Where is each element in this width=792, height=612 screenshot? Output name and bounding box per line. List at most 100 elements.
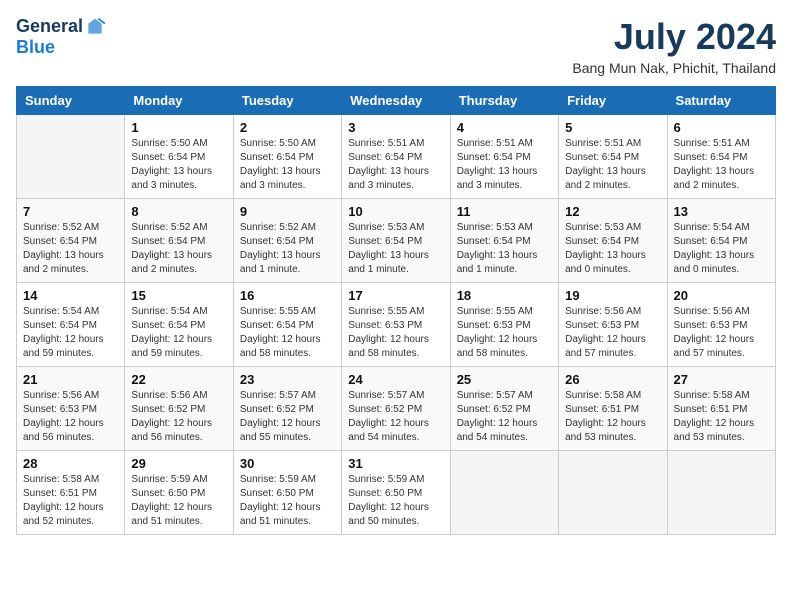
calendar-cell: 13 Sunrise: 5:54 AMSunset: 6:54 PMDayligh… xyxy=(667,199,775,283)
calendar-cell: 7Sunrise: 5:52 AMSunset: 6:54 PMDaylight… xyxy=(17,199,125,283)
day-number: 1 xyxy=(131,120,226,135)
calendar-cell: 31 Sunrise: 5:59 AMSunset: 6:50 PMDayligh… xyxy=(342,451,450,535)
day-info: Sunrise: 5:50 AMSunset: 6:54 PMDaylight:… xyxy=(131,137,226,193)
day-info: Sunrise: 5:55 AMSunset: 6:54 PMDaylight:… xyxy=(240,305,335,361)
day-number: 31 xyxy=(348,456,443,471)
day-info: Sunrise: 5:54 AMSunset: 6:54 PMDaylight:… xyxy=(674,221,769,277)
calendar-cell: 3 Sunrise: 5:51 AMSunset: 6:54 PMDaylight… xyxy=(342,115,450,199)
day-info: Sunrise: 5:51 AMSunset: 6:54 PMDaylight:… xyxy=(457,137,552,193)
day-number: 27 xyxy=(674,372,769,387)
day-number: 23 xyxy=(240,372,335,387)
day-info: Sunrise: 5:52 AMSunset: 6:54 PMDaylight:… xyxy=(240,221,335,277)
calendar-cell: 29 Sunrise: 5:59 AMSunset: 6:50 PMDayligh… xyxy=(125,451,233,535)
calendar-header-row: SundayMondayTuesdayWednesdayThursdayFrid… xyxy=(17,87,776,115)
day-info: Sunrise: 5:54 AMSunset: 6:54 PMDaylight:… xyxy=(131,305,226,361)
col-header-monday: Monday xyxy=(125,87,233,115)
calendar-cell: 21Sunrise: 5:56 AMSunset: 6:53 PMDayligh… xyxy=(17,367,125,451)
day-info: Sunrise: 5:59 AMSunset: 6:50 PMDaylight:… xyxy=(240,473,335,529)
day-info: Sunrise: 5:58 AMSunset: 6:51 PMDaylight:… xyxy=(565,389,660,445)
day-number: 7 xyxy=(23,204,118,219)
day-number: 16 xyxy=(240,288,335,303)
col-header-saturday: Saturday xyxy=(667,87,775,115)
page-header: General Blue July 2024 Bang Mun Nak, Phi… xyxy=(16,16,776,76)
calendar-cell: 1 Sunrise: 5:50 AMSunset: 6:54 PMDaylight… xyxy=(125,115,233,199)
day-info: Sunrise: 5:57 AMSunset: 6:52 PMDaylight:… xyxy=(457,389,552,445)
calendar-cell xyxy=(667,451,775,535)
logo-icon xyxy=(85,17,105,37)
title-area: July 2024 Bang Mun Nak, Phichit, Thailan… xyxy=(572,16,776,76)
day-number: 19 xyxy=(565,288,660,303)
day-info: Sunrise: 5:50 AMSunset: 6:54 PMDaylight:… xyxy=(240,137,335,193)
calendar-cell: 6 Sunrise: 5:51 AMSunset: 6:54 PMDaylight… xyxy=(667,115,775,199)
day-info: Sunrise: 5:56 AMSunset: 6:53 PMDaylight:… xyxy=(565,305,660,361)
calendar-cell: 9 Sunrise: 5:52 AMSunset: 6:54 PMDaylight… xyxy=(233,199,341,283)
day-number: 18 xyxy=(457,288,552,303)
calendar-cell: 5Sunrise: 5:51 AMSunset: 6:54 PMDaylight… xyxy=(559,115,667,199)
calendar-week-row: 28 Sunrise: 5:58 AMSunset: 6:51 PMDayligh… xyxy=(17,451,776,535)
day-info: Sunrise: 5:51 AMSunset: 6:54 PMDaylight:… xyxy=(348,137,443,193)
day-number: 29 xyxy=(131,456,226,471)
day-info: Sunrise: 5:58 AMSunset: 6:51 PMDaylight:… xyxy=(674,389,769,445)
calendar-cell: 23 Sunrise: 5:57 AMSunset: 6:52 PMDayligh… xyxy=(233,367,341,451)
calendar-cell xyxy=(559,451,667,535)
calendar-cell: 18 Sunrise: 5:55 AMSunset: 6:53 PMDayligh… xyxy=(450,283,558,367)
calendar-week-row: 21Sunrise: 5:56 AMSunset: 6:53 PMDayligh… xyxy=(17,367,776,451)
day-number: 4 xyxy=(457,120,552,135)
day-info: Sunrise: 5:55 AMSunset: 6:53 PMDaylight:… xyxy=(348,305,443,361)
col-header-wednesday: Wednesday xyxy=(342,87,450,115)
day-number: 8 xyxy=(131,204,226,219)
calendar-cell: 30 Sunrise: 5:59 AMSunset: 6:50 PMDayligh… xyxy=(233,451,341,535)
logo: General Blue xyxy=(16,16,105,58)
calendar-cell xyxy=(17,115,125,199)
day-info: Sunrise: 5:58 AMSunset: 6:51 PMDaylight:… xyxy=(23,473,118,529)
day-number: 28 xyxy=(23,456,118,471)
day-info: Sunrise: 5:53 AMSunset: 6:54 PMDaylight:… xyxy=(565,221,660,277)
day-number: 10 xyxy=(348,204,443,219)
calendar-cell: 11Sunrise: 5:53 AMSunset: 6:54 PMDayligh… xyxy=(450,199,558,283)
calendar-cell: 8 Sunrise: 5:52 AMSunset: 6:54 PMDaylight… xyxy=(125,199,233,283)
day-number: 12 xyxy=(565,204,660,219)
col-header-thursday: Thursday xyxy=(450,87,558,115)
day-info: Sunrise: 5:56 AMSunset: 6:53 PMDaylight:… xyxy=(674,305,769,361)
day-number: 20 xyxy=(674,288,769,303)
calendar-cell: 26Sunrise: 5:58 AMSunset: 6:51 PMDayligh… xyxy=(559,367,667,451)
day-info: Sunrise: 5:57 AMSunset: 6:52 PMDaylight:… xyxy=(240,389,335,445)
calendar-week-row: 1 Sunrise: 5:50 AMSunset: 6:54 PMDaylight… xyxy=(17,115,776,199)
day-info: Sunrise: 5:59 AMSunset: 6:50 PMDaylight:… xyxy=(348,473,443,529)
day-number: 3 xyxy=(348,120,443,135)
day-number: 24 xyxy=(348,372,443,387)
location-subtitle: Bang Mun Nak, Phichit, Thailand xyxy=(572,60,776,76)
calendar-cell: 27 Sunrise: 5:58 AMSunset: 6:51 PMDayligh… xyxy=(667,367,775,451)
day-info: Sunrise: 5:55 AMSunset: 6:53 PMDaylight:… xyxy=(457,305,552,361)
day-info: Sunrise: 5:57 AMSunset: 6:52 PMDaylight:… xyxy=(348,389,443,445)
day-info: Sunrise: 5:51 AMSunset: 6:54 PMDaylight:… xyxy=(674,137,769,193)
day-info: Sunrise: 5:59 AMSunset: 6:50 PMDaylight:… xyxy=(131,473,226,529)
calendar-cell: 19 Sunrise: 5:56 AMSunset: 6:53 PMDayligh… xyxy=(559,283,667,367)
calendar-week-row: 14Sunrise: 5:54 AMSunset: 6:54 PMDayligh… xyxy=(17,283,776,367)
calendar-table: SundayMondayTuesdayWednesdayThursdayFrid… xyxy=(16,86,776,535)
col-header-sunday: Sunday xyxy=(17,87,125,115)
calendar-cell: 17Sunrise: 5:55 AMSunset: 6:53 PMDayligh… xyxy=(342,283,450,367)
calendar-cell: 10Sunrise: 5:53 AMSunset: 6:54 PMDayligh… xyxy=(342,199,450,283)
day-number: 30 xyxy=(240,456,335,471)
calendar-cell: 2 Sunrise: 5:50 AMSunset: 6:54 PMDaylight… xyxy=(233,115,341,199)
calendar-cell: 16 Sunrise: 5:55 AMSunset: 6:54 PMDayligh… xyxy=(233,283,341,367)
calendar-week-row: 7 Sunrise: 5:52 AMSunset: 6:54 PMDaylight… xyxy=(17,199,776,283)
calendar-cell xyxy=(450,451,558,535)
calendar-cell: 14Sunrise: 5:54 AMSunset: 6:54 PMDayligh… xyxy=(17,283,125,367)
calendar-cell: 28 Sunrise: 5:58 AMSunset: 6:51 PMDayligh… xyxy=(17,451,125,535)
day-number: 5 xyxy=(565,120,660,135)
col-header-friday: Friday xyxy=(559,87,667,115)
day-number: 9 xyxy=(240,204,335,219)
calendar-cell: 25Sunrise: 5:57 AMSunset: 6:52 PMDayligh… xyxy=(450,367,558,451)
day-number: 11 xyxy=(457,204,552,219)
day-info: Sunrise: 5:52 AMSunset: 6:54 PMDaylight:… xyxy=(131,221,226,277)
col-header-tuesday: Tuesday xyxy=(233,87,341,115)
day-number: 2 xyxy=(240,120,335,135)
day-number: 13 xyxy=(674,204,769,219)
calendar-cell: 12 Sunrise: 5:53 AMSunset: 6:54 PMDayligh… xyxy=(559,199,667,283)
day-number: 21 xyxy=(23,372,118,387)
day-info: Sunrise: 5:56 AMSunset: 6:52 PMDaylight:… xyxy=(131,389,226,445)
day-number: 6 xyxy=(674,120,769,135)
day-info: Sunrise: 5:54 AMSunset: 6:54 PMDaylight:… xyxy=(23,305,118,361)
